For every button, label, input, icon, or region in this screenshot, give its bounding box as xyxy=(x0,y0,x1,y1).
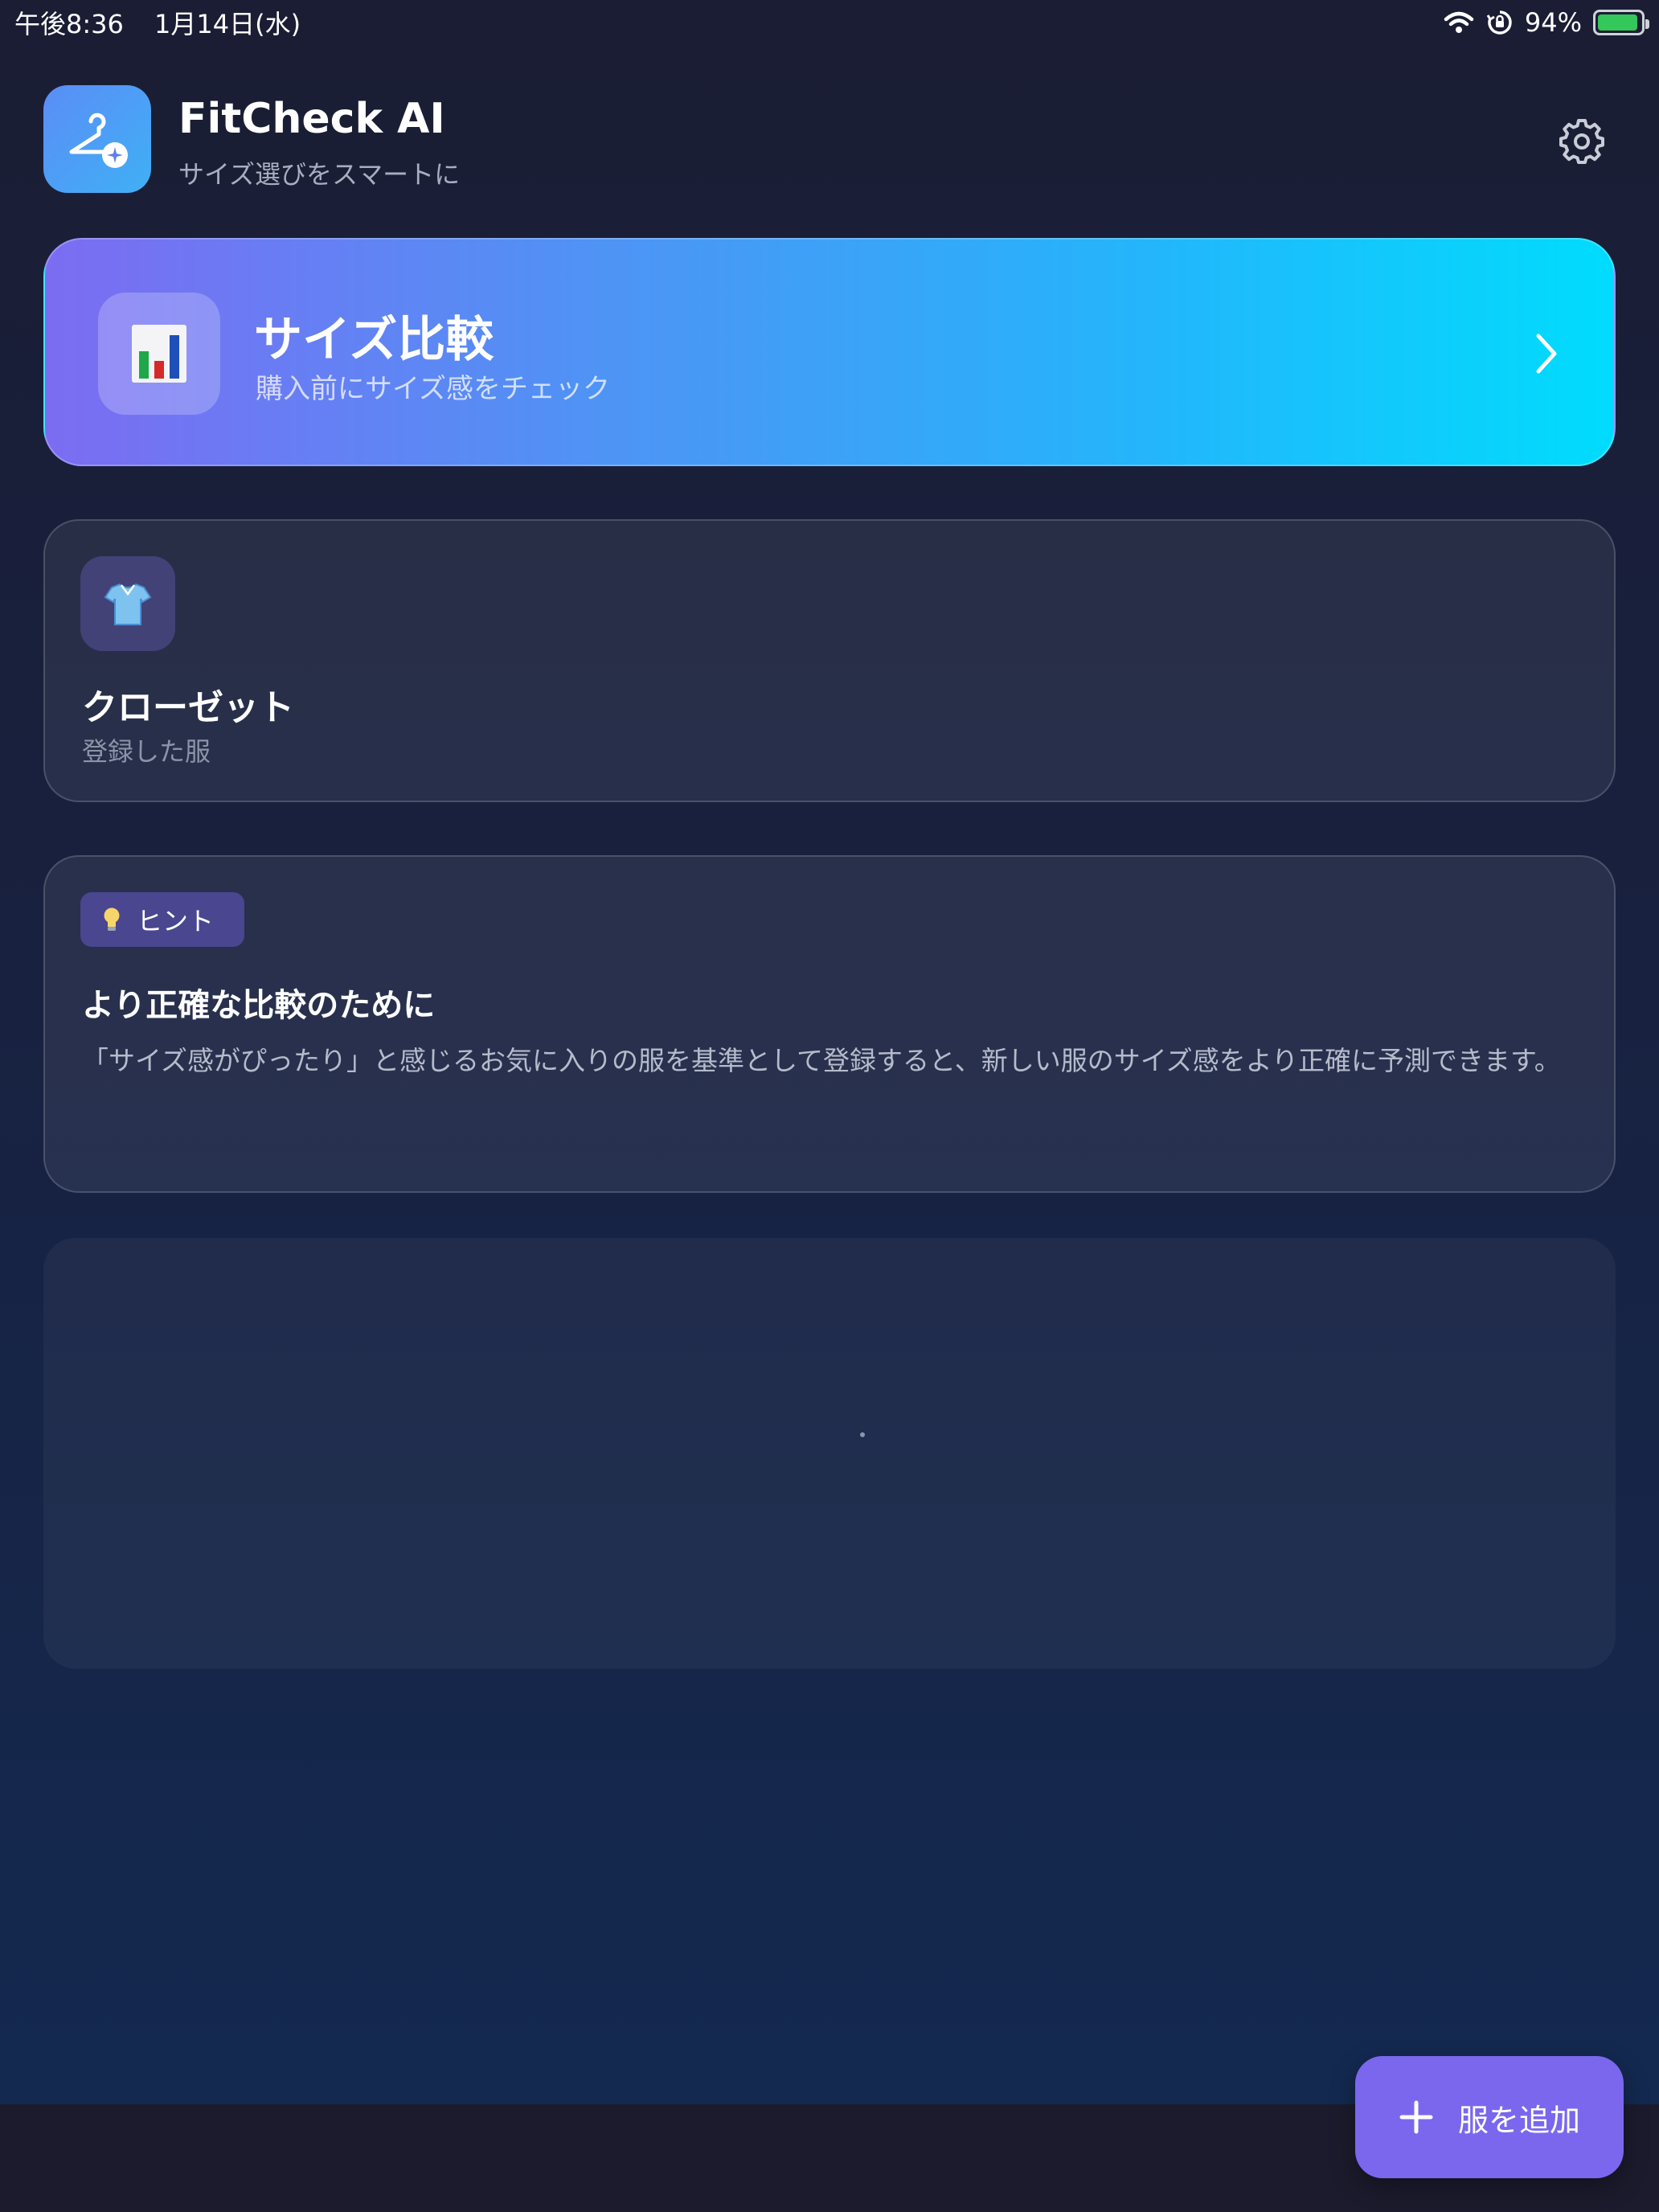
chevron-right-icon xyxy=(1536,334,1557,374)
compare-title: サイズ比較 xyxy=(254,312,494,368)
closet-icon-box xyxy=(80,556,175,651)
hint-card: ヒント より正確な比較のために 「サイズ感がぴったり」と感じるお気に入りの服を基… xyxy=(43,855,1616,1193)
hint-title: より正確な比較のために xyxy=(82,987,436,1024)
loading-placeholder-card xyxy=(43,1238,1616,1669)
status-right: 94% xyxy=(1443,7,1649,38)
settings-button[interactable] xyxy=(1558,116,1606,164)
app-subtitle: サイズ選びをスマートに xyxy=(178,159,461,190)
hint-body: 「サイズ感がぴったり」と感じるお気に入りの服を基準として登録すると、新しい服のサ… xyxy=(82,1045,1561,1076)
lightbulb-icon xyxy=(104,907,120,931)
gear-icon xyxy=(1559,119,1604,164)
app-header: FitCheck AI サイズ選びをスマートに xyxy=(43,85,1616,195)
status-left: 午後8:36 1月14日(水) xyxy=(14,4,323,41)
battery-fill xyxy=(1598,14,1637,31)
size-compare-card[interactable]: サイズ比較 購入前にサイズ感をチェック xyxy=(43,238,1616,466)
status-bar: 午後8:36 1月14日(水) 94% xyxy=(0,0,1659,45)
compare-subtitle: 購入前にサイズ感をチェック xyxy=(256,373,610,405)
tshirt-icon xyxy=(104,583,152,625)
wifi-icon xyxy=(1444,11,1474,33)
closet-title: クローゼット xyxy=(82,687,294,728)
add-clothes-button[interactable]: 服を追加 xyxy=(1355,2056,1624,2178)
closet-card[interactable]: クローゼット 登録した服 xyxy=(43,519,1616,802)
hint-badge: ヒント xyxy=(80,892,244,947)
battery-icon xyxy=(1593,10,1649,35)
closet-subtitle: 登録した服 xyxy=(82,736,211,767)
loading-indicator xyxy=(860,1432,865,1437)
orientation-lock-icon xyxy=(1486,10,1512,35)
status-time: 午後8:36 xyxy=(14,9,124,39)
add-clothes-label: 服を追加 xyxy=(1457,2102,1580,2138)
app-logo xyxy=(43,85,151,193)
compare-icon-box xyxy=(98,293,220,415)
app-title: FitCheck AI xyxy=(178,95,445,143)
bar-chart-icon xyxy=(132,325,186,383)
hint-badge-label: ヒント xyxy=(137,906,215,936)
plus-icon xyxy=(1399,2100,1433,2134)
battery-percent: 94% xyxy=(1524,7,1582,38)
hanger-sparkle-icon xyxy=(69,113,128,168)
status-date: 1月14日(水) xyxy=(154,9,301,39)
